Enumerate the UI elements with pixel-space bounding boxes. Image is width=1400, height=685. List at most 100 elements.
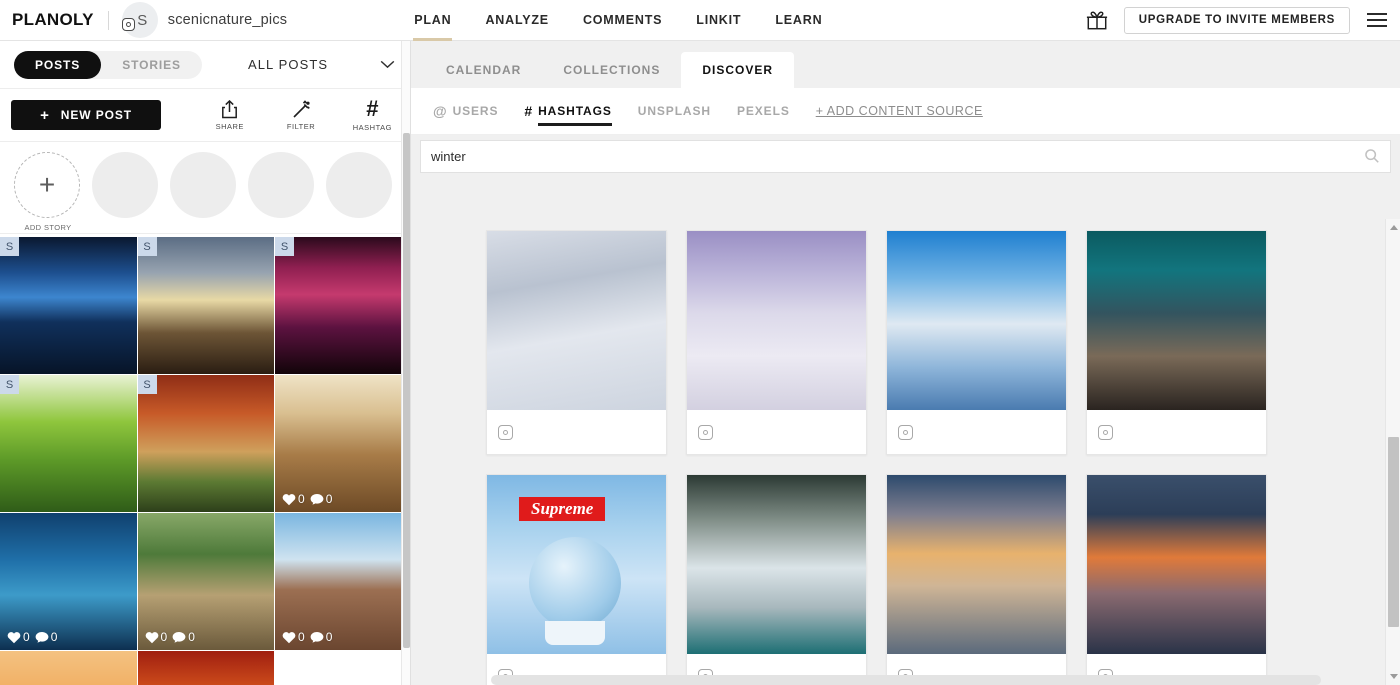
discover-vertical-scrollbar[interactable] [1385, 219, 1400, 685]
instagram-icon[interactable] [698, 424, 713, 440]
post-thumbnail[interactable]: S [0, 375, 137, 512]
instagram-icon[interactable] [898, 424, 913, 440]
scroll-down-arrow[interactable] [1390, 674, 1398, 679]
post-thumbnail[interactable]: S [137, 375, 274, 512]
engagement-stats: 00 [7, 630, 57, 644]
discover-card-image[interactable] [887, 231, 1066, 410]
new-post-label: NEW POST [60, 108, 132, 122]
post-thumbnail[interactable]: S [0, 237, 137, 374]
chevron-down-icon[interactable] [380, 60, 395, 69]
story-placeholder[interactable] [170, 152, 236, 218]
post-thumbnail[interactable]: S [275, 237, 410, 374]
discover-horizontal-scrollbar[interactable] [491, 675, 1321, 685]
post-thumbnail[interactable]: S [137, 237, 274, 374]
nav-item-comments[interactable]: COMMENTS [566, 0, 679, 41]
snow-globe [529, 537, 621, 629]
discover-grid: Supreme [411, 219, 1400, 685]
comment-count: 0 [325, 492, 333, 506]
post-thumbnail[interactable] [0, 651, 137, 685]
post-thumbnail[interactable] [275, 651, 410, 685]
gift-icon[interactable] [1086, 9, 1108, 31]
post-thumbnail[interactable]: 00 [275, 375, 410, 512]
supreme-logo: Supreme [519, 497, 606, 521]
discover-card-image[interactable] [1087, 475, 1266, 654]
discover-card[interactable] [686, 474, 867, 685]
tab-calendar[interactable]: CALENDAR [425, 52, 542, 88]
source-pexels[interactable]: PEXELS [737, 88, 790, 135]
account-name[interactable]: scenicnature_pics [168, 12, 287, 28]
right-panel: CALENDAR COLLECTIONS DISCOVER @ USERS # … [411, 41, 1400, 685]
left-panel-scrollbar[interactable] [401, 41, 410, 685]
tab-collections[interactable]: COLLECTIONS [542, 52, 681, 88]
upgrade-button[interactable]: UPGRADE TO INVITE MEMBERS [1123, 6, 1350, 34]
story-placeholder[interactable] [92, 152, 158, 218]
snow-globe-base [545, 621, 605, 645]
discover-card[interactable] [1086, 474, 1267, 685]
post-thumbnail[interactable]: 00 [137, 513, 274, 650]
like-count: 0 [160, 630, 168, 644]
post-thumbnail[interactable] [137, 651, 274, 685]
toggle-posts[interactable]: POSTS [14, 50, 102, 79]
post-thumbnail[interactable]: 00 [275, 513, 410, 650]
filter-label: FILTER [286, 121, 316, 131]
at-icon: @ [433, 103, 448, 119]
nav-item-linkit[interactable]: LINKIT [679, 0, 758, 41]
story-placeholder[interactable] [326, 152, 392, 218]
discover-card[interactable] [1086, 230, 1267, 455]
discover-card-footer [887, 410, 1066, 454]
discover-card-footer [487, 410, 666, 454]
discover-card-image[interactable] [1087, 231, 1266, 410]
discover-card-image[interactable] [487, 231, 666, 410]
search-input[interactable] [431, 148, 1364, 164]
nav-item-learn[interactable]: LEARN [758, 0, 839, 41]
post-thumbnail[interactable]: 00 [0, 513, 137, 650]
source-users[interactable]: @ USERS [433, 88, 498, 135]
add-content-source-link[interactable]: + ADD CONTENT SOURCE [816, 88, 983, 135]
discover-card-image[interactable] [887, 475, 1066, 654]
scrollbar-thumb[interactable] [403, 133, 410, 648]
search-icon[interactable] [1364, 148, 1380, 164]
search-box[interactable] [420, 139, 1391, 173]
discover-card[interactable] [886, 474, 1067, 685]
filter-button[interactable]: FILTER [274, 99, 327, 131]
engagement-stats: 00 [282, 492, 332, 506]
discover-results-area: Supreme [411, 219, 1400, 685]
source-unsplash[interactable]: UNSPLASH [638, 88, 711, 135]
nav-item-plan[interactable]: PLAN [397, 0, 468, 41]
account-avatar[interactable]: S [121, 2, 158, 38]
scrollbar-thumb[interactable] [1388, 437, 1399, 627]
discover-card[interactable] [686, 230, 867, 455]
story-badge: S [0, 375, 19, 394]
discover-card-footer [687, 410, 866, 454]
discover-card[interactable] [886, 230, 1067, 455]
discover-card-image[interactable]: Supreme [487, 475, 666, 654]
instagram-icon[interactable] [1098, 424, 1113, 440]
toggle-stories[interactable]: STORIES [101, 51, 202, 79]
tab-discover[interactable]: DISCOVER [681, 52, 795, 88]
scroll-up-arrow[interactable] [1390, 225, 1398, 230]
nav-item-analyze[interactable]: ANALYZE [468, 0, 565, 41]
comment-count: 0 [325, 630, 333, 644]
discover-card[interactable]: Supreme [486, 474, 667, 685]
plus-icon: + [38, 169, 56, 200]
like-count: 0 [23, 630, 30, 644]
instagram-icon[interactable] [498, 424, 513, 440]
discover-card-image[interactable] [687, 231, 866, 410]
share-button[interactable]: SHARE [203, 99, 256, 131]
top-bar-actions: UPGRADE TO INVITE MEMBERS [1086, 6, 1400, 34]
app-logo[interactable]: PLANOLY [12, 10, 94, 30]
all-posts-filter[interactable]: ALL POSTS [248, 57, 328, 72]
story-placeholder[interactable] [248, 152, 314, 218]
engagement-stats: 00 [145, 630, 195, 644]
discover-card-image[interactable] [687, 475, 866, 654]
add-story-button[interactable]: + ADD STORY [14, 152, 80, 232]
discover-card[interactable] [486, 230, 667, 455]
source-hashtags[interactable]: # HASHTAGS [524, 88, 613, 135]
share-label: SHARE [215, 121, 244, 131]
hamburger-icon[interactable] [1367, 13, 1387, 27]
heart-icon [282, 631, 296, 643]
share-upload-icon [222, 99, 238, 118]
new-post-button[interactable]: + NEW POST [11, 100, 162, 130]
comment-icon [310, 493, 324, 505]
hashtag-button[interactable]: # HASHTAG [346, 98, 399, 133]
